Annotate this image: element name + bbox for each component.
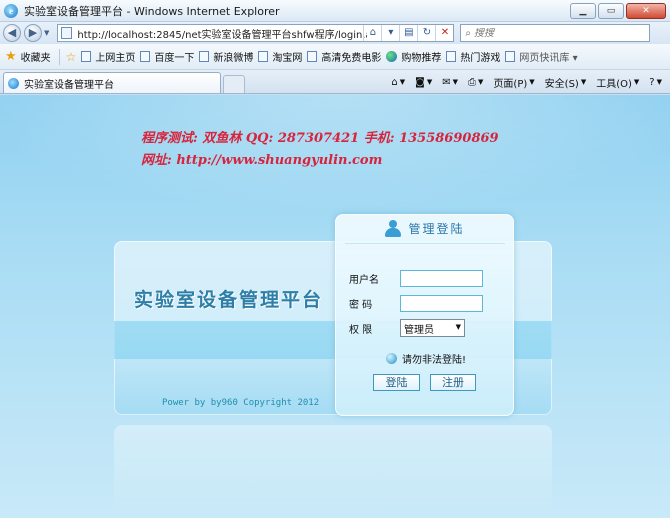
- search-box[interactable]: ⌕: [460, 24, 651, 42]
- tab-label: 实验室设备管理平台: [24, 79, 114, 91]
- chevron-down-icon: ▼: [452, 78, 459, 86]
- help-menu[interactable]: ? ▼: [645, 77, 666, 88]
- stop-icon[interactable]: ✕: [435, 25, 453, 41]
- window-title: 实验室设备管理平台 - Windows Internet Explorer: [24, 4, 280, 18]
- banner-reflection: [114, 425, 552, 515]
- address-dropdown-icon[interactable]: ▾: [381, 25, 399, 41]
- tab-current[interactable]: 实验室设备管理平台: [3, 72, 221, 93]
- history-dropdown-icon[interactable]: ▼: [44, 29, 49, 37]
- favorites-bar: ★ 收藏夹 ☆ 上网主页 百度一下 新浪微博 淘宝网 高清免费电影 购物推荐 热…: [0, 44, 670, 70]
- page-menu[interactable]: 页面(P) ▼: [489, 75, 538, 90]
- chevron-down-icon: ▼: [426, 78, 433, 86]
- page-viewport: 程序测试: 双鱼林 QQ: 287307421 手机: 13558690869 …: [0, 95, 670, 518]
- page-icon: [258, 51, 269, 62]
- rss-icon: ◙: [415, 76, 425, 88]
- back-button[interactable]: ◀: [3, 24, 21, 42]
- chevron-down-icon: ▼: [529, 78, 535, 86]
- login-header: 管理登陆: [335, 214, 514, 243]
- window-titlebar: e 实验室设备管理平台 - Windows Internet Explorer …: [0, 0, 670, 22]
- role-selected-value: 管理员: [404, 324, 434, 336]
- system-title: 实验室设备管理平台: [134, 289, 324, 311]
- ie-tab-icon: [8, 77, 19, 89]
- login-notice: 请勿非法登陆!: [386, 351, 466, 366]
- username-input[interactable]: [400, 270, 483, 287]
- credit-line-2: 网址: http://www.shuangyulin.com: [141, 153, 383, 168]
- favorite-item[interactable]: 百度一下: [140, 49, 194, 64]
- page-icon: [81, 51, 92, 62]
- page-status-icon[interactable]: ▤: [399, 25, 417, 41]
- user-icon: [384, 219, 402, 238]
- favorites-separator: [58, 48, 60, 65]
- maximize-button[interactable]: ▭: [598, 3, 624, 19]
- role-select[interactable]: 管理员 ▼: [400, 319, 465, 337]
- close-button[interactable]: ✕: [626, 3, 666, 19]
- favorites-button[interactable]: 收藏夹: [21, 49, 51, 64]
- mail-button[interactable]: ✉ ▼: [438, 77, 462, 88]
- favorite-item[interactable]: 购物推荐: [386, 49, 441, 64]
- role-label: 权 限: [349, 325, 373, 336]
- chevron-down-icon: ▼: [656, 78, 662, 86]
- login-button[interactable]: 登陆: [373, 374, 420, 391]
- chevron-down-icon: ▼: [633, 78, 640, 86]
- search-icon: ⌕: [465, 27, 471, 39]
- mail-icon: ✉: [442, 76, 451, 88]
- page-icon: [446, 51, 457, 62]
- url-text[interactable]: http://localhost:2845/net实验室设备管理平台shfw程序…: [77, 26, 367, 41]
- password-input[interactable]: [400, 295, 483, 312]
- window-controls: ▁ ▭ ✕: [570, 3, 666, 19]
- tools-menu[interactable]: 工具(O) ▼: [592, 75, 643, 90]
- chevron-down-icon: ▼: [399, 78, 406, 86]
- chevron-down-icon: ▼: [478, 78, 484, 86]
- page-icon: [61, 27, 73, 39]
- favorites-star-icon[interactable]: ★: [5, 49, 17, 64]
- address-tools: ⌂ ▾ ▤ ↻ ✕: [363, 25, 453, 41]
- feeds-button[interactable]: ◙ ▼: [411, 77, 436, 88]
- favorite-item[interactable]: 热门游戏: [446, 49, 500, 64]
- page-icon: [505, 51, 516, 62]
- login-panel: [335, 214, 514, 416]
- refresh-icon[interactable]: ↻: [417, 25, 435, 41]
- notice-text: 请勿非法登陆!: [402, 355, 467, 366]
- command-bar: ⌂ ▼ ◙ ▼ ✉ ▼ ⎙ ▼ 页面(P) ▼ 安全(S) ▼ 工具(O) ▼ ? ▼: [387, 73, 666, 91]
- home-icon: ⌂: [391, 76, 398, 88]
- print-icon: ⎙: [468, 76, 477, 88]
- page-icon: [199, 51, 210, 62]
- address-row: ◀ ▶ ▼ http://localhost:2845/net实验室设备管理平台…: [0, 22, 670, 44]
- credit-line-1: 程序测试: 双鱼林 QQ: 287307421 手机: 13558690869: [141, 131, 499, 146]
- username-label: 用户名: [349, 275, 379, 286]
- forward-button[interactable]: ▶: [24, 24, 42, 42]
- copyright-text: Power by by960 Copyright 2012: [162, 398, 320, 408]
- favorite-item[interactable]: 高清免费电影: [307, 49, 381, 64]
- favorite-item[interactable]: 上网主页: [81, 49, 135, 64]
- login-header-label: 管理登陆: [408, 222, 465, 236]
- favorite-item[interactable]: 新浪微博: [199, 49, 253, 64]
- address-bar[interactable]: http://localhost:2845/net实验室设备管理平台shfw程序…: [57, 24, 455, 42]
- password-label: 密 码: [349, 300, 373, 311]
- favorite-item[interactable]: 淘宝网: [258, 49, 302, 64]
- chevron-down-icon: ▼: [580, 78, 587, 86]
- ie-logo-icon: e: [4, 3, 18, 18]
- new-tab-button[interactable]: [223, 75, 245, 93]
- add-favorite-icon[interactable]: ☆: [66, 50, 77, 64]
- info-ball-icon: [386, 353, 397, 364]
- register-button[interactable]: 注册: [430, 374, 476, 391]
- globe-icon: [386, 51, 398, 62]
- home-button[interactable]: ⌂ ▼: [387, 77, 409, 88]
- chevron-down-icon: ▼: [455, 323, 461, 331]
- print-button[interactable]: ⎙ ▼: [464, 77, 487, 88]
- favorite-item[interactable]: 网页快讯库 ▾: [505, 49, 578, 64]
- safety-menu[interactable]: 安全(S) ▼: [541, 75, 591, 90]
- page-icon: [307, 51, 318, 62]
- minimize-button[interactable]: ▁: [570, 3, 596, 19]
- page-icon: [140, 51, 151, 62]
- compatibility-icon[interactable]: ⌂: [363, 25, 381, 41]
- search-input[interactable]: [474, 27, 634, 39]
- help-icon: ?: [649, 76, 655, 88]
- login-divider: [345, 243, 505, 244]
